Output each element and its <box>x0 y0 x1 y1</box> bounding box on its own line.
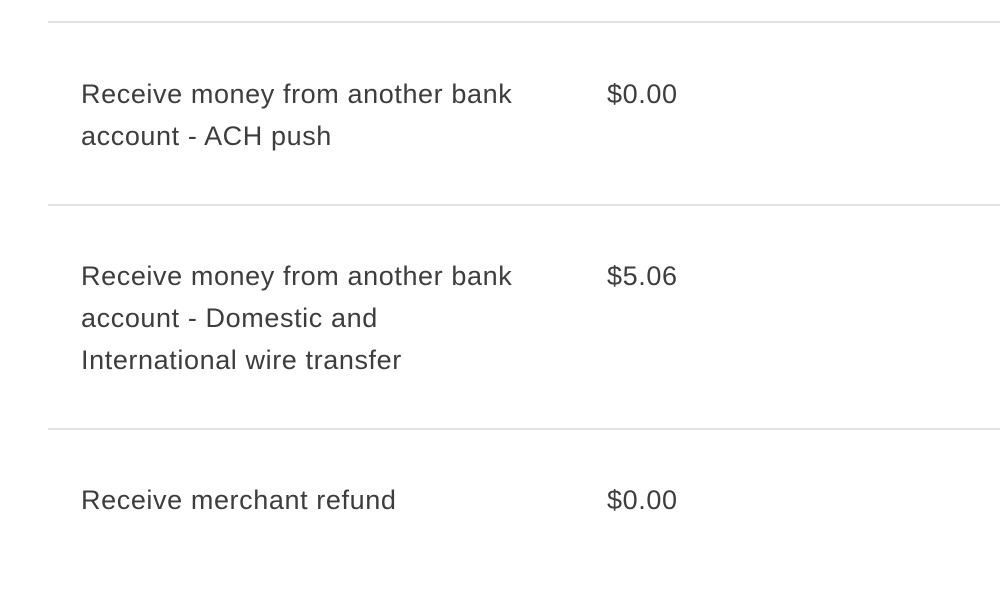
row-divider <box>48 204 1000 206</box>
row-divider <box>48 428 1000 430</box>
fee-description-line: Receive money from another bank <box>81 79 513 109</box>
fee-description-line: Receive merchant refund <box>81 485 397 515</box>
fee-description-line: Receive money from another bank <box>81 261 513 291</box>
fee-description-line: International wire transfer <box>81 345 402 375</box>
fee-description: Receive money from another bank account … <box>81 255 556 381</box>
fee-amount: $0.00 <box>607 79 678 109</box>
fee-amount: $0.00 <box>607 485 678 515</box>
fee-description: Receive merchant refund <box>81 479 556 521</box>
fee-amount: $5.06 <box>607 261 678 291</box>
fee-description: Receive money from another bank account … <box>81 73 556 157</box>
fee-table: Receive money from another bank account … <box>48 0 1000 602</box>
fee-description-line: account - ACH push <box>81 121 332 151</box>
fee-description-line: account - Domestic and <box>81 303 378 333</box>
row-divider <box>48 21 1000 23</box>
